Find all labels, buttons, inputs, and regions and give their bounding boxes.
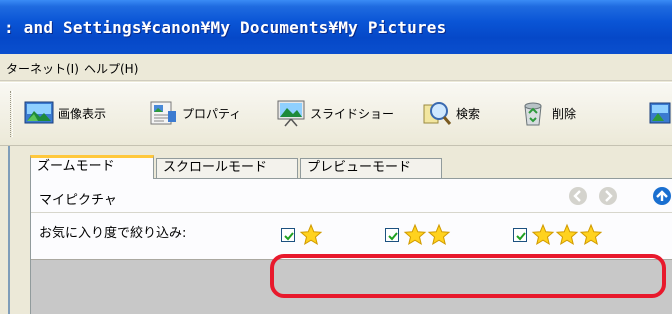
- star-icon: [531, 223, 555, 246]
- view-image-label: 画像表示: [58, 106, 107, 121]
- rating-filter-label: お気に入り度で絞り込み:: [39, 226, 187, 241]
- properties-button[interactable]: プロパティ: [148, 97, 241, 129]
- album-title: マイピクチャ: [39, 193, 117, 208]
- slideshow-label: スライドショー: [310, 106, 395, 121]
- tab-scroll-mode[interactable]: スクロールモード: [156, 158, 298, 178]
- window-title: : and Settings¥canon¥My Documents¥My Pic…: [4, 18, 447, 37]
- title-bar[interactable]: : and Settings¥canon¥My Documents¥My Pic…: [0, 0, 672, 54]
- landscape-image-icon: [24, 99, 54, 127]
- rating-filter-row: お気に入り度で絞り込み:: [31, 213, 672, 259]
- up-arrow-icon[interactable]: [653, 187, 671, 205]
- rating-filter-2-stars: [385, 223, 451, 247]
- rating-filter-1-star: [281, 223, 323, 247]
- star-icon: [579, 223, 603, 246]
- delete-label: 削除: [552, 106, 577, 121]
- tab-zoom-mode[interactable]: ズームモード: [30, 155, 154, 179]
- star-icon: [299, 223, 323, 246]
- rating-3-checkbox[interactable]: [513, 228, 527, 242]
- properties-label: プロパティ: [182, 106, 242, 121]
- recycle-bin-icon: [518, 99, 548, 127]
- star-icon: [403, 223, 427, 246]
- rating-filter-3-stars: [513, 223, 603, 247]
- star-icon: [555, 223, 579, 246]
- menu-bar: ターネット(I) ヘルプ(H): [0, 54, 672, 81]
- slideshow-icon: [276, 99, 306, 127]
- rating-1-checkbox[interactable]: [281, 228, 295, 242]
- rating-2-checkbox[interactable]: [385, 228, 399, 242]
- partial-tool-button[interactable]: [648, 97, 672, 129]
- panel-left-border: [8, 146, 10, 314]
- back-arrow-icon[interactable]: [569, 187, 587, 205]
- highlight-annotation: [270, 254, 666, 298]
- search-button[interactable]: 検索: [422, 97, 480, 129]
- view-image-button[interactable]: 画像表示: [24, 97, 106, 129]
- application-window: : and Settings¥canon¥My Documents¥My Pic…: [0, 0, 672, 314]
- properties-icon: [148, 99, 178, 127]
- search-magnifier-icon: [422, 99, 452, 127]
- partial-tool-icon: [648, 99, 672, 127]
- forward-arrow-icon[interactable]: [599, 187, 617, 205]
- album-header: マイピクチャ: [31, 179, 672, 213]
- star-icon: [427, 223, 451, 246]
- menu-item-help[interactable]: ヘルプ(H): [84, 60, 138, 77]
- slideshow-button[interactable]: スライドショー: [276, 97, 394, 129]
- menu-item-internet[interactable]: ターネット(I): [6, 60, 79, 77]
- tab-preview-mode[interactable]: プレビューモード: [300, 158, 442, 178]
- toolbar: 画像表示 プロパティ スライドショー 検索 削除: [0, 82, 672, 146]
- delete-button[interactable]: 削除: [518, 97, 576, 129]
- search-label: 検索: [456, 106, 481, 121]
- toolbar-grip[interactable]: [10, 91, 13, 137]
